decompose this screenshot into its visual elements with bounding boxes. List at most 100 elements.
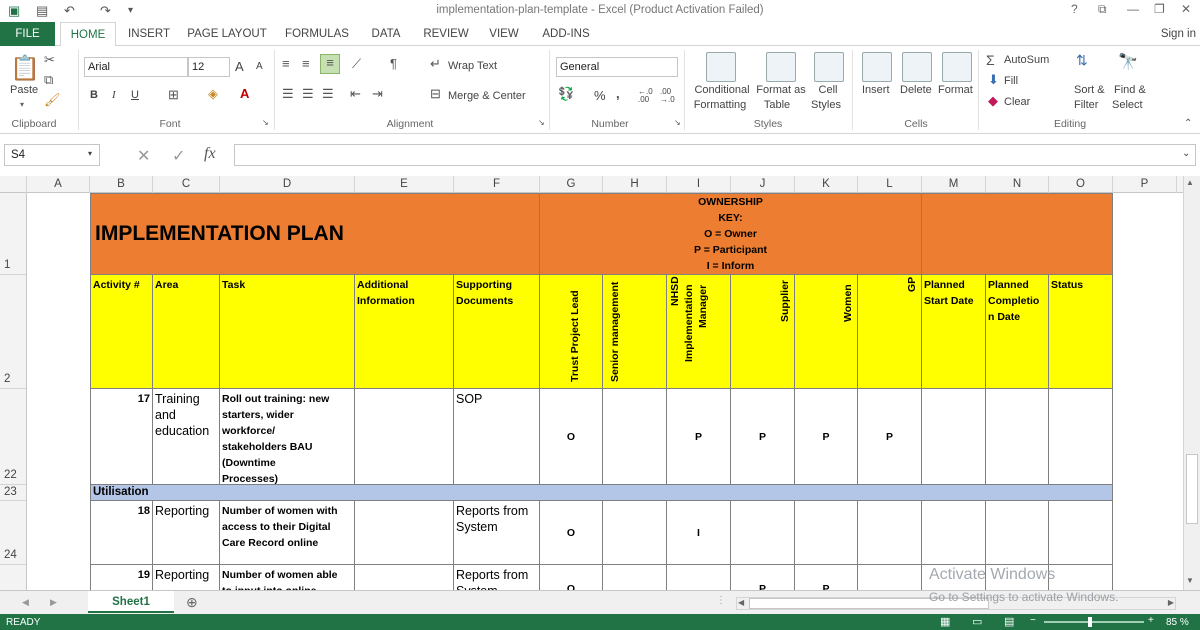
wrap-text-button[interactable]: Wrap Text [448,60,497,72]
cell-styles-icon[interactable] [814,52,844,82]
column-header[interactable]: B [90,176,153,193]
status-cell[interactable] [1049,389,1113,485]
format-cells-icon[interactable] [942,52,972,82]
format-painter-icon[interactable]: 🖌 [44,92,61,108]
vertical-scrollbar[interactable]: ▲ ▼ [1183,176,1200,590]
autosum-icon[interactable]: Σ [986,52,995,68]
paste-caret-icon[interactable]: ▾ [20,100,24,109]
alignment-dialog-launcher-icon[interactable]: ↘ [538,118,545,127]
format-as-table-icon[interactable] [766,52,796,82]
ownership-cell[interactable] [731,501,795,565]
align-center-icon[interactable]: ☰ [302,86,314,102]
sheet-tab-sheet1[interactable]: Sheet1 [88,591,174,613]
zoom-out-icon[interactable]: − [1030,615,1036,626]
autosum-button[interactable]: AutoSum [1004,54,1049,66]
underline-button[interactable]: U [131,89,139,101]
ownership-cell[interactable]: O [540,389,603,485]
close-button[interactable]: ✕ [1181,2,1191,16]
insert-cells-button[interactable]: Insert [862,84,890,96]
fill-icon[interactable]: ⬇ [988,72,999,88]
page-layout-view-icon[interactable]: ▭ [972,615,982,628]
font-color-icon[interactable]: A [240,86,249,101]
cell-styles-label-1[interactable]: Cell [812,84,844,96]
column-header[interactable]: M [922,176,986,193]
zoom-in-icon[interactable]: + [1148,615,1154,626]
clear-button[interactable]: Clear [1004,96,1030,108]
header-nhsd-implementation-manager[interactable]: NHSD Implementation Manager [667,275,731,389]
formula-input[interactable] [234,144,1196,166]
increase-decimal-button[interactable]: ←.0 .00 [638,88,658,104]
header-women[interactable]: Women [795,275,858,389]
supporting-cell[interactable]: Reports from System [454,565,540,590]
date-cell[interactable] [922,501,986,565]
expand-formula-bar-icon[interactable]: ⌄ [1182,148,1190,159]
tab-file[interactable]: FILE [0,22,55,46]
column-header[interactable]: E [355,176,454,193]
page-break-view-icon[interactable]: ▤ [1004,615,1014,628]
area-cell[interactable]: Reporting [153,501,220,565]
column-header[interactable]: J [731,176,795,193]
align-top-icon[interactable]: ≡ [282,56,290,71]
column-header[interactable]: N [986,176,1049,193]
date-cell[interactable] [986,389,1049,485]
vertical-scroll-thumb[interactable] [1186,454,1198,524]
scroll-right-icon[interactable]: ▶ [1168,598,1174,607]
row-header[interactable]: 22 [0,389,26,485]
fill-button[interactable]: Fill [1004,75,1018,87]
header-orange-cell[interactable] [922,193,1113,275]
section-header-utilisation[interactable]: Utilisation [90,485,1113,501]
borders-icon[interactable]: ⊞ [168,87,179,103]
column-header[interactable]: K [795,176,858,193]
normal-view-icon[interactable]: ▦ [940,615,950,628]
tab-page-layout[interactable]: PAGE LAYOUT [184,22,270,46]
additional-cell[interactable] [355,501,454,565]
comma-button[interactable]: , [616,86,620,101]
number-dialog-launcher-icon[interactable]: ↘ [674,118,681,127]
find-select-label-1[interactable]: Find & [1114,84,1146,96]
grow-font-button[interactable]: A [235,59,244,74]
decrease-decimal-button[interactable]: .00 →.0 [660,88,682,104]
ownership-cell[interactable]: P [858,389,922,485]
conditional-formatting-label-1[interactable]: Conditional [690,84,754,96]
restore-button[interactable]: ❐ [1154,2,1165,16]
tab-home[interactable]: HOME [60,22,116,47]
ownership-cell[interactable]: P [731,389,795,485]
worksheet-grid[interactable]: A B C D E F G H I J K L M N O P 1 2 22 2… [0,176,1183,590]
align-right-icon[interactable]: ☰ [322,86,334,102]
row-header[interactable]: 23 [0,485,26,501]
currency-icon[interactable]: 💱 [558,86,574,102]
delete-cells-button[interactable]: Delete [900,84,932,96]
name-box[interactable]: S4 [4,144,100,166]
font-dialog-launcher-icon[interactable]: ↘ [262,118,269,127]
sort-filter-label-2[interactable]: Filter [1074,99,1098,111]
column-header[interactable]: A [27,176,90,193]
column-header[interactable]: F [454,176,540,193]
ownership-cell[interactable]: O [540,501,603,565]
header-supporting-documents[interactable]: Supporting Documents [454,275,540,389]
column-header[interactable]: G [540,176,603,193]
name-box-caret-icon[interactable]: ▾ [88,149,92,158]
plan-title-cell[interactable]: IMPLEMENTATION PLAN [90,193,540,275]
area-cell[interactable]: Reporting [153,565,220,590]
split-handle-icon[interactable]: ⋮ [716,595,726,606]
scroll-left-icon[interactable]: ◀ [738,598,744,607]
shrink-font-button[interactable]: A [256,61,263,72]
select-all-corner[interactable] [0,176,27,193]
header-task[interactable]: Task [220,275,355,389]
column-header[interactable]: D [220,176,355,193]
ownership-cell[interactable]: O [540,565,603,590]
minimize-button[interactable]: — [1127,2,1139,16]
zoom-slider-thumb[interactable] [1088,617,1092,627]
header-planned-completion-date[interactable]: Planned Completio n Date [986,275,1049,389]
number-format-select[interactable]: General [556,57,678,77]
bold-button[interactable]: B [90,89,98,101]
sort-filter-label-1[interactable]: Sort & [1074,84,1105,96]
align-middle-icon[interactable]: ≡ [302,56,310,71]
header-activity[interactable]: Activity # [90,275,153,389]
ownership-cell[interactable] [858,501,922,565]
column-header[interactable]: C [153,176,220,193]
ownership-cell[interactable]: P [667,389,731,485]
header-senior-management[interactable]: Senior management [603,275,667,389]
task-cell[interactable]: Number of women able to input into onlin… [220,565,355,590]
date-cell[interactable] [986,501,1049,565]
